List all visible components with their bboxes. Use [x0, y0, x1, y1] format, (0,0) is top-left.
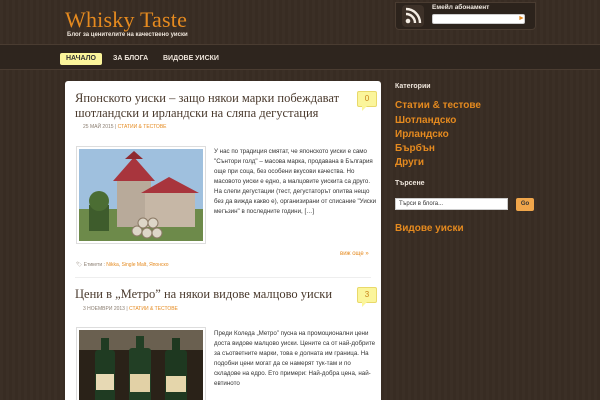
nav-item-home[interactable]: НАЧАЛО	[60, 53, 102, 65]
site-description: Блог за ценителите на качествено уиски	[67, 32, 188, 38]
post-title[interactable]: Цени в „Метро” на някои видове малцово у…	[75, 287, 350, 302]
subscribe-label: Емейл абонамент	[432, 4, 490, 11]
category-link[interactable]: Бърбън	[395, 143, 435, 154]
search-title: Търсене	[395, 180, 425, 187]
category-link[interactable]: Ирландско	[395, 129, 449, 140]
tag-link[interactable]: Nikka	[106, 262, 119, 268]
tag-link[interactable]: Японско	[149, 262, 168, 268]
search-button[interactable]: Go	[516, 198, 534, 211]
post-thumbnail[interactable]	[76, 146, 206, 244]
content-area: Японското уиски – защо някои марки побеж…	[65, 81, 381, 400]
comment-count-badge[interactable]: 0	[357, 91, 377, 111]
post-category-link[interactable]: СТАТИИ & ТЕСТОВЕ	[118, 124, 167, 130]
read-more-link[interactable]: виж още »	[340, 251, 369, 257]
category-link[interactable]: Шотландско	[395, 115, 456, 126]
nav-item-about[interactable]: ЗА БЛОГА	[107, 53, 154, 65]
rss-icon[interactable]	[402, 5, 424, 27]
tags-label: Етикети :	[83, 262, 105, 268]
post-excerpt: Преди Коледа „Метро” пусна на промоциона…	[214, 330, 376, 387]
whisky-bottles-image	[79, 330, 203, 400]
distillery-image	[79, 149, 203, 241]
post-date: 3 НОЕМВРИ 2013	[83, 306, 125, 312]
tag-icon: 🏷	[76, 262, 83, 268]
post-meta: 25 МАЙ 2015 | СТАТИИ & ТЕСТОВЕ	[83, 124, 167, 130]
post-excerpt: У нас по традиция смятат, че японското у…	[214, 148, 377, 215]
subscribe-email-input[interactable]	[432, 14, 525, 24]
whisky-types-link[interactable]: Видове уиски	[395, 223, 464, 234]
arrow-right-icon[interactable]: ►	[518, 14, 525, 24]
category-link[interactable]: Други	[395, 157, 424, 168]
categories-title: Категории	[395, 83, 431, 90]
post-meta: 3 НОЕМВРИ 2013 | СТАТИИ & ТЕСТОВЕ	[83, 306, 178, 312]
comment-count-badge[interactable]: 3	[357, 287, 377, 307]
email-subscribe-box: Емейл абонамент ►	[395, 2, 536, 30]
post-separator	[75, 277, 371, 278]
post-date: 25 МАЙ 2015	[83, 124, 114, 130]
main-navigation: НАЧАЛО ЗА БЛОГА ВИДОВЕ УИСКИ	[0, 44, 600, 70]
post-thumbnail[interactable]	[76, 327, 206, 400]
nav-item-whisky-types[interactable]: ВИДОВЕ УИСКИ	[157, 53, 225, 65]
post-title[interactable]: Японското уиски – защо някои марки побеж…	[75, 91, 350, 121]
tag-link[interactable]: Single Malt	[122, 262, 147, 268]
post-category-link[interactable]: СТАТИИ & ТЕСТОВЕ	[129, 306, 178, 312]
search-input[interactable]: Търси в блога...	[395, 198, 508, 210]
post-tags: 🏷 Етикети : Nikka, Single Malt, Японско	[76, 262, 169, 268]
site-title[interactable]: Whisky Taste	[65, 7, 187, 33]
category-link[interactable]: Статии & тестове	[395, 100, 481, 111]
